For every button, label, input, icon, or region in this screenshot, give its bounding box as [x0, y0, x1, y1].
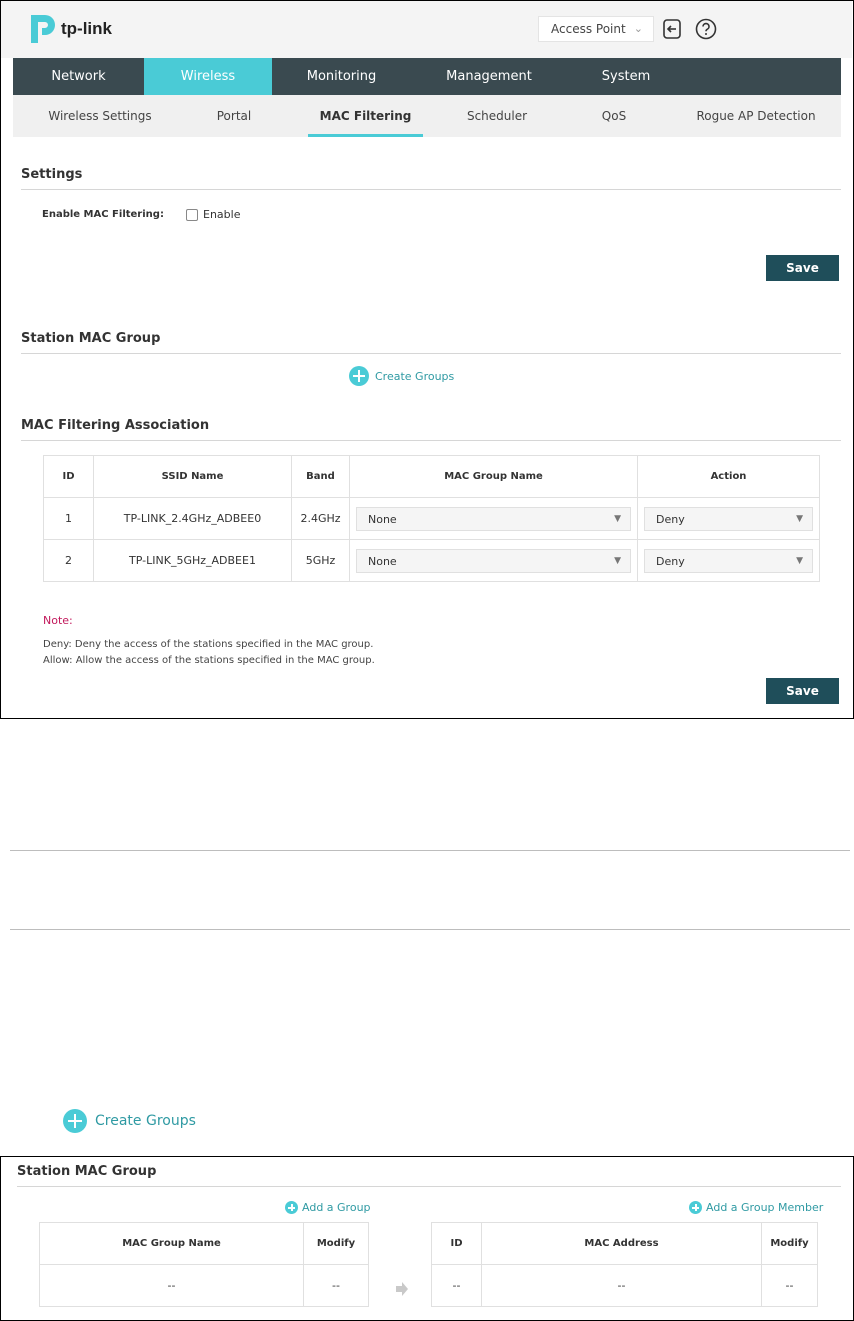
- enable-checkbox[interactable]: [186, 209, 198, 221]
- mac-filtering-association-title: MAC Filtering Association: [21, 418, 210, 433]
- table-row: -- --: [39, 1264, 369, 1307]
- expanded-group-title: Station MAC Group: [17, 1164, 157, 1179]
- add-group-member-label: Add a Group Member: [706, 1201, 824, 1214]
- settings-divider: [21, 189, 841, 190]
- chevron-down-icon: ⌄: [633, 22, 643, 35]
- tab-system[interactable]: System: [567, 58, 685, 95]
- mode-select[interactable]: Access Point ⌄: [538, 16, 654, 42]
- col-id: ID: [431, 1222, 482, 1265]
- enable-checkbox-label: Enable: [203, 208, 241, 221]
- col-action: Action: [637, 455, 820, 498]
- group-modify-cell: --: [303, 1264, 369, 1307]
- subtab-portal[interactable]: Portal: [193, 95, 275, 137]
- member-modify-cell: --: [761, 1264, 818, 1307]
- tp-link-logo: tp-link: [27, 13, 112, 45]
- tab-wireless[interactable]: Wireless: [144, 58, 272, 95]
- tab-management[interactable]: Management: [411, 58, 567, 95]
- association-save-button[interactable]: Save: [766, 678, 839, 704]
- subtab-qos[interactable]: QoS: [578, 95, 650, 137]
- member-table: ID MAC Address Modify -- -- --: [431, 1222, 818, 1307]
- plus-circle-icon: [285, 1201, 298, 1214]
- col-ssid-name: SSID Name: [93, 455, 292, 498]
- action-select[interactable]: Deny ▼: [644, 506, 813, 531]
- plus-circle-icon: [63, 1109, 87, 1133]
- plus-circle-icon: [349, 366, 369, 386]
- col-modify: Modify: [303, 1222, 369, 1265]
- add-group-member-link[interactable]: Add a Group Member: [689, 1201, 823, 1214]
- settings-save-button[interactable]: Save: [766, 255, 839, 281]
- subtab-scheduler[interactable]: Scheduler: [453, 95, 541, 137]
- row-id: 2: [43, 539, 94, 582]
- create-groups-label: Create Groups: [375, 369, 455, 383]
- station-mac-group-title: Station MAC Group: [21, 331, 161, 346]
- member-id-cell: --: [431, 1264, 482, 1307]
- group-table: MAC Group Name Modify -- --: [39, 1222, 369, 1307]
- association-divider: [21, 440, 841, 441]
- association-table: ID SSID Name Band MAC Group Name Action …: [43, 455, 820, 582]
- col-mac-address: MAC Address: [481, 1222, 762, 1265]
- col-mac-group-name: MAC Group Name: [349, 455, 638, 498]
- member-header-row: ID MAC Address Modify: [431, 1222, 818, 1265]
- settings-title: Settings: [21, 167, 83, 182]
- dropdown-arrow-icon: ▼: [614, 513, 621, 524]
- mac-group-select[interactable]: None ▼: [356, 506, 631, 531]
- table-row: 1 TP-LINK_2.4GHz_ADBEE0 2.4GHz None ▼ Den…: [43, 497, 820, 540]
- logout-icon[interactable]: [661, 18, 683, 40]
- subtab-wireless-settings[interactable]: Wireless Settings: [35, 95, 165, 137]
- note-deny: Deny: Deny the access of the stations sp…: [43, 639, 374, 650]
- separator-line: [10, 929, 850, 930]
- sub-nav: Wireless Settings Portal MAC Filtering S…: [13, 95, 841, 137]
- subtab-mac-filtering[interactable]: MAC Filtering: [308, 95, 423, 137]
- add-group-link[interactable]: Add a Group: [285, 1201, 371, 1214]
- row-ssid: TP-LINK_5GHz_ADBEE1: [93, 539, 292, 582]
- dropdown-arrow-icon: ▼: [796, 513, 803, 524]
- row-band: 5GHz: [291, 539, 350, 582]
- create-groups-link[interactable]: Create Groups: [349, 366, 454, 386]
- association-header-row: ID SSID Name Band MAC Group Name Action: [43, 455, 820, 498]
- col-mac-group-name: MAC Group Name: [39, 1222, 304, 1265]
- mac-group-select[interactable]: None ▼: [356, 548, 631, 573]
- group-name-cell: --: [39, 1264, 304, 1307]
- member-mac-cell: --: [481, 1264, 762, 1307]
- note-allow: Allow: Allow the access of the stations …: [43, 655, 375, 666]
- logo-text: tp-link: [61, 19, 112, 38]
- dropdown-arrow-icon: ▼: [614, 555, 621, 566]
- add-group-label: Add a Group: [302, 1201, 371, 1214]
- separator-line: [10, 850, 850, 851]
- plus-circle-icon: [689, 1201, 702, 1214]
- mode-select-value: Access Point: [551, 22, 626, 36]
- table-row: -- -- --: [431, 1264, 818, 1307]
- tab-network[interactable]: Network: [13, 58, 144, 95]
- help-icon[interactable]: [695, 18, 717, 40]
- subtab-rogue-ap-detection[interactable]: Rogue AP Detection: [691, 95, 821, 137]
- create-groups-large-label: Create Groups: [95, 1113, 196, 1129]
- expanded-group-divider: [17, 1186, 841, 1187]
- row-id: 1: [43, 497, 94, 540]
- table-row: 2 TP-LINK_5GHz_ADBEE1 5GHz None ▼ Deny ▼: [43, 539, 820, 582]
- row-ssid: TP-LINK_2.4GHz_ADBEE0: [93, 497, 292, 540]
- dropdown-arrow-icon: ▼: [796, 555, 803, 566]
- station-group-divider: [21, 353, 841, 354]
- top-header: [1, 1, 852, 58]
- active-subtab-indicator: [308, 134, 423, 137]
- col-modify: Modify: [761, 1222, 818, 1265]
- enable-mac-filtering-label: Enable MAC Filtering:: [42, 209, 164, 220]
- arrow-right-icon: [396, 1282, 408, 1296]
- group-header-row: MAC Group Name Modify: [39, 1222, 369, 1265]
- tp-link-logo-icon: [31, 15, 55, 43]
- tab-monitoring[interactable]: Monitoring: [272, 58, 411, 95]
- col-band: Band: [291, 455, 350, 498]
- row-band: 2.4GHz: [291, 497, 350, 540]
- create-groups-large-link[interactable]: Create Groups: [63, 1109, 196, 1133]
- main-nav: Network Wireless Monitoring Management S…: [13, 58, 841, 95]
- action-select[interactable]: Deny ▼: [644, 548, 813, 573]
- note-title: Note:: [43, 614, 73, 627]
- col-id: ID: [43, 455, 94, 498]
